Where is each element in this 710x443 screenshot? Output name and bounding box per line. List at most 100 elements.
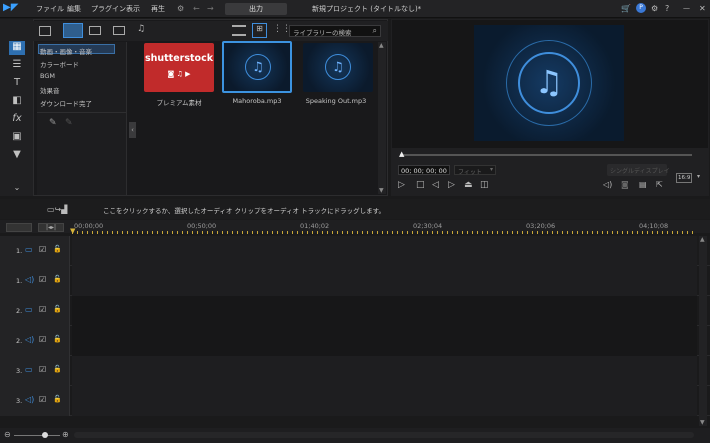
zoom-in-icon[interactable]: ⊕	[62, 430, 69, 439]
filter-music-icon[interactable]: ♫	[137, 24, 145, 34]
library-scrollbar[interactable]: ▲ ▼	[378, 42, 386, 194]
speaking-out-thumb[interactable]: ♫	[303, 43, 373, 92]
track-header: 3. ◁) ☑ 🔓	[0, 386, 70, 416]
track-enable-checkbox[interactable]: ☑	[39, 365, 46, 374]
fit-timeline-button[interactable]: |◂▸|	[38, 223, 64, 232]
zoom-slider-handle[interactable]	[42, 432, 48, 438]
camera-icon[interactable]: ◙	[621, 180, 629, 189]
title-room-icon[interactable]: T	[9, 77, 25, 91]
track-header: 1. ◁) ☑ 🔓	[0, 266, 70, 296]
track-area[interactable]	[72, 326, 697, 356]
grid-view-icon[interactable]: ⊞	[252, 23, 267, 38]
tree-item-sfx[interactable]: 効果音	[40, 85, 60, 95]
track-enable-checkbox[interactable]: ☑	[39, 245, 46, 254]
output-button[interactable]: 出力	[225, 3, 287, 15]
aspect-ratio-select[interactable]: 16:9	[676, 173, 692, 183]
playback-controls: ▷ □ ◁ ▷ ⏏ ◫	[398, 180, 494, 192]
preview-expand-icon[interactable]: ▾	[697, 173, 700, 180]
lock-icon[interactable]: 🔓	[53, 245, 62, 253]
zoom-out-icon[interactable]: ⊖	[4, 430, 11, 439]
display-icon[interactable]: ▤	[639, 180, 647, 189]
track-enable-checkbox[interactable]: ☑	[39, 275, 46, 284]
tree-item-downloads[interactable]: ダウンロード完了	[40, 98, 92, 108]
playhead-marker[interactable]: ▼	[70, 227, 75, 235]
menu-view[interactable]: 表示	[126, 4, 140, 14]
storyboard-toggle-icon[interactable]: ▭↪▟	[47, 205, 67, 214]
tree-item-bgm[interactable]: BGM	[40, 72, 55, 80]
lock-icon[interactable]: 🔓	[53, 395, 62, 403]
remove-tag-icon[interactable]: ✎	[65, 118, 73, 128]
preview-seek-handle[interactable]: ▲	[399, 150, 404, 158]
lock-icon[interactable]: 🔓	[53, 305, 62, 313]
track-area[interactable]	[72, 236, 697, 266]
timeline-vertical-scrollbar[interactable]: ▲ ▼	[699, 236, 707, 426]
video-track-icon: ▭	[25, 365, 33, 374]
tree-item-colorboard[interactable]: カラーボード	[40, 59, 79, 69]
lock-icon[interactable]: 🔓	[53, 275, 62, 283]
preview-right-controls: ◁) ◙ ▤ ⇱	[603, 180, 671, 192]
cart-icon[interactable]: 🛒	[621, 4, 631, 13]
transition-room-icon[interactable]: ◧	[9, 95, 25, 109]
menu-play[interactable]: 再生	[151, 4, 165, 14]
prev-frame-icon[interactable]: ◁	[432, 180, 439, 190]
zoom-slider[interactable]	[14, 435, 60, 436]
list-view-icon[interactable]	[232, 25, 246, 36]
settings-icon[interactable]: ⚙	[177, 4, 184, 13]
more-rooms-icon[interactable]: ⌄	[9, 183, 25, 197]
lock-icon[interactable]: 🔓	[53, 335, 62, 343]
menu-edit[interactable]: 編集	[67, 4, 81, 14]
stop-icon[interactable]: □	[416, 180, 425, 190]
mahoroba-caption: Mahoroba.mp3	[232, 97, 282, 105]
effect-room-icon[interactable]: fx	[9, 113, 25, 127]
fx-room-icon[interactable]: ☰	[9, 59, 25, 73]
ruler-ticks	[72, 231, 697, 234]
fit-select-value: フィット	[458, 169, 482, 176]
menu-bar: ▶◤ ファイル 編集 プラグイン 表示 再生 ⚙ ← → 出力 新規プロジェクト…	[0, 0, 710, 18]
gear-icon[interactable]: ⚙	[651, 4, 658, 13]
menu-plugins[interactable]: プラグイン	[91, 4, 126, 14]
filter-video-icon[interactable]	[63, 23, 83, 38]
lock-icon[interactable]: 🔓	[53, 365, 62, 373]
redo-icon[interactable]: →	[207, 4, 214, 13]
media-type-icons: ◙ ♫ ▶	[167, 70, 191, 78]
mahoroba-thumb[interactable]: ♫	[222, 41, 292, 93]
pip-room-icon[interactable]: ▣	[9, 131, 25, 145]
undock-icon[interactable]: ⇱	[656, 180, 663, 189]
next-frame-icon[interactable]: ▷	[448, 180, 455, 190]
particle-room-icon[interactable]: ▼	[9, 149, 25, 163]
play-icon[interactable]: ▷	[398, 180, 405, 190]
undo-icon[interactable]: ←	[193, 4, 200, 13]
close-icon[interactable]: ✕	[699, 4, 706, 13]
track-enable-checkbox[interactable]: ☑	[39, 335, 46, 344]
track-enable-checkbox[interactable]: ☑	[39, 395, 46, 404]
volume-icon[interactable]: ◁)	[603, 180, 612, 189]
track-area[interactable]	[72, 386, 697, 416]
filter-image-icon[interactable]	[113, 26, 125, 35]
filter-movie-icon[interactable]	[89, 26, 101, 35]
snapshot-icon[interactable]: ⏏	[464, 180, 473, 190]
minimize-icon[interactable]: —	[683, 4, 690, 12]
track-manager-button[interactable]	[6, 223, 32, 232]
track-area[interactable]	[72, 356, 697, 386]
track-enable-checkbox[interactable]: ☑	[39, 305, 46, 314]
preview-seekbar[interactable]	[400, 154, 692, 156]
timeline-horizontal-scrollbar[interactable]	[74, 432, 694, 438]
help-icon[interactable]: ?	[665, 4, 669, 13]
track-area[interactable]	[72, 296, 697, 326]
timecode-display[interactable]: 00; 00; 00; 00	[398, 165, 450, 175]
account-icon[interactable]: P	[636, 3, 646, 13]
tree-collapse-button[interactable]: ‹	[129, 122, 136, 138]
track-area[interactable]	[72, 266, 697, 296]
add-tag-icon[interactable]: ✎	[49, 118, 57, 128]
premium-content-thumb[interactable]: shutterstock ◙ ♫ ▶	[144, 43, 214, 92]
search-input[interactable]: ライブラリーの検索 ⌕	[289, 25, 381, 37]
single-display-button[interactable]: シングルディスプレイ	[607, 164, 670, 176]
fit-select[interactable]: フィット ▾	[454, 165, 496, 176]
track-header: 3. ▭ ☑ 🔓	[0, 356, 70, 386]
import-icon[interactable]	[39, 26, 51, 36]
shutterstock-logo: shutterstock	[144, 53, 214, 64]
media-room-icon[interactable]: ▦	[9, 41, 25, 55]
menu-file[interactable]: ファイル	[36, 4, 64, 14]
record-icon[interactable]: ◫	[480, 180, 489, 190]
library-tree: 動画・画像・音楽 カラーボード BGM 効果音 ダウンロード完了 ✎ ✎	[37, 42, 127, 195]
